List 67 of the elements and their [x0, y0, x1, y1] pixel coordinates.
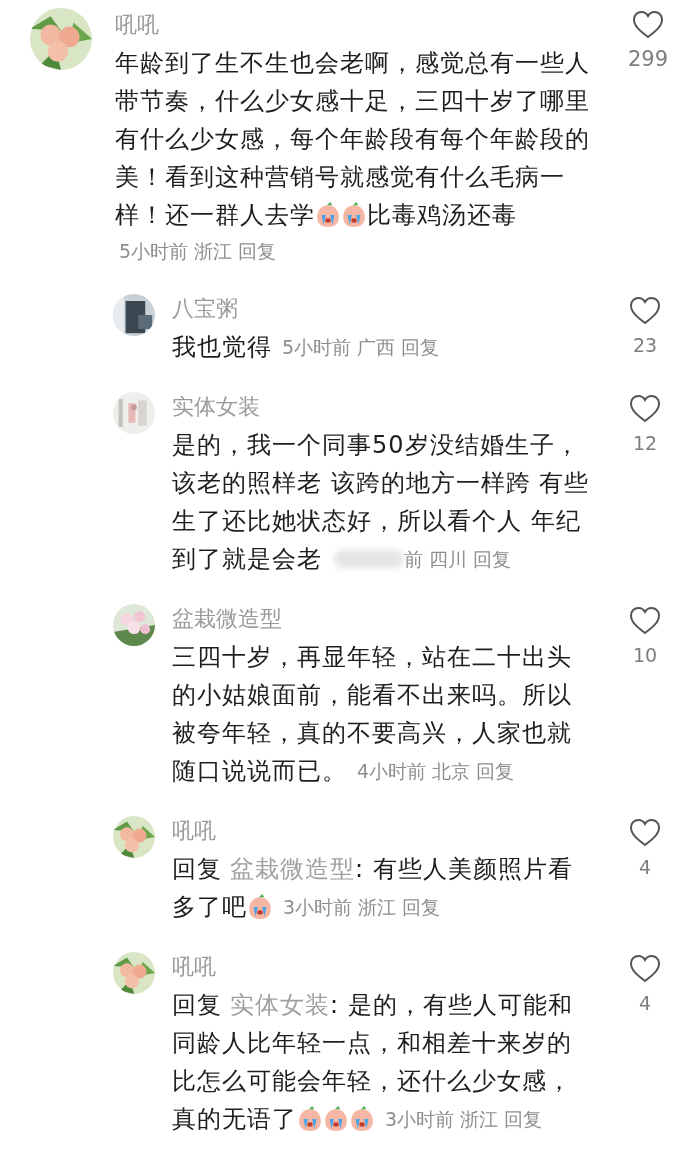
location: 浙江: [358, 895, 397, 920]
comment-text: 回复: [172, 990, 222, 1021]
username[interactable]: 吼吼: [172, 952, 216, 982]
emoji-icon: [323, 1106, 349, 1132]
heart-icon[interactable]: [629, 394, 661, 424]
like-count: 299: [627, 46, 669, 73]
comment-text: 同龄人比年轻一点，和相差十来岁的: [172, 1028, 572, 1059]
location: 北京: [432, 759, 471, 784]
like-count: 4: [638, 991, 652, 1016]
comment-text: 到了就是会老: [172, 544, 322, 575]
comment-text: 带节奏，什么少女感十足，三四十岁了哪里: [115, 86, 590, 117]
timestamp: 5小时前: [282, 335, 352, 360]
timestamp: 前: [404, 547, 423, 572]
comment-text: 样！还一群人去学: [115, 200, 315, 231]
emoji-icon: [247, 894, 273, 920]
comment-text: 比毒鸡汤还毒: [367, 200, 517, 231]
comment-text: 是的，我一个同事50岁没结婚生子，: [172, 430, 580, 461]
timestamp: 3小时前: [385, 1107, 455, 1132]
reply-link[interactable]: 回复: [402, 888, 441, 926]
comment-text: 年龄到了生不生也会老啊，感觉总有一些人: [115, 48, 590, 79]
mention-link[interactable]: 盆栽微造型: [230, 850, 355, 888]
reply-link[interactable]: 回复: [504, 1100, 543, 1138]
heart-icon[interactable]: [629, 818, 661, 848]
location: 四川: [429, 547, 467, 572]
comment-text: 真的无语了: [172, 1104, 297, 1135]
comment-text: 美！看到这种营销号就感觉有什么毛病一: [115, 162, 565, 193]
location: 浙江: [194, 239, 233, 264]
location: 浙江: [460, 1107, 499, 1132]
username[interactable]: 吼吼: [115, 10, 159, 40]
comment-text: 回复: [172, 854, 222, 885]
reply-link[interactable]: 回复: [401, 328, 440, 366]
comment-text: 生了还比她状态好，所以看个人 年纪: [172, 506, 581, 537]
comment-text: 比怎么可能会年轻，还什么少女感，: [172, 1066, 572, 1097]
like-count: 4: [638, 855, 652, 880]
reply-link[interactable]: 回复: [476, 752, 515, 790]
timestamp: 4小时前: [357, 759, 427, 784]
comment-text: 随口说说而已。: [172, 756, 347, 787]
reply-link[interactable]: 回复: [473, 540, 511, 578]
timestamp: 3小时前: [283, 895, 353, 920]
heart-icon[interactable]: [629, 606, 661, 636]
comment-text: 我也觉得: [172, 332, 272, 363]
heart-icon[interactable]: [629, 954, 661, 984]
comment-text: 有什么少女感，每个年龄段有每个年龄段的: [115, 124, 590, 155]
mention-link[interactable]: 实体女装: [230, 986, 330, 1024]
location: 广西: [357, 335, 396, 360]
comment-text: 被夸年轻，真的不要高兴，人家也就: [172, 718, 572, 749]
comment-text: 多了吧: [172, 892, 247, 923]
username[interactable]: 实体女装: [172, 392, 260, 422]
username[interactable]: 盆栽微造型: [172, 604, 282, 634]
timestamp: 5小时前: [119, 239, 189, 264]
comment-text: 该老的照样老 该跨的地方一样跨 有些: [172, 468, 590, 499]
username[interactable]: 八宝粥: [172, 294, 238, 324]
emoji-icon: [349, 1106, 375, 1132]
emoji-icon: [341, 202, 367, 228]
reply-link[interactable]: 回复: [238, 234, 277, 268]
username[interactable]: 吼吼: [172, 816, 216, 846]
like-count: 12: [632, 431, 658, 456]
heart-icon[interactable]: [629, 296, 661, 326]
emoji-icon: [315, 202, 341, 228]
like-count: 10: [632, 643, 658, 668]
like-count: 23: [632, 333, 658, 358]
comment-text: 三四十岁，再显年轻，站在二十出头: [172, 642, 572, 673]
comment-text: : 有些人美颜照片看: [355, 854, 573, 885]
heart-icon[interactable]: [632, 10, 664, 40]
emoji-icon: [297, 1106, 323, 1132]
comment-text: 的小姑娘面前，能看不出来吗。所以: [172, 680, 572, 711]
comment-text: : 是的，有些人可能和: [330, 990, 573, 1021]
